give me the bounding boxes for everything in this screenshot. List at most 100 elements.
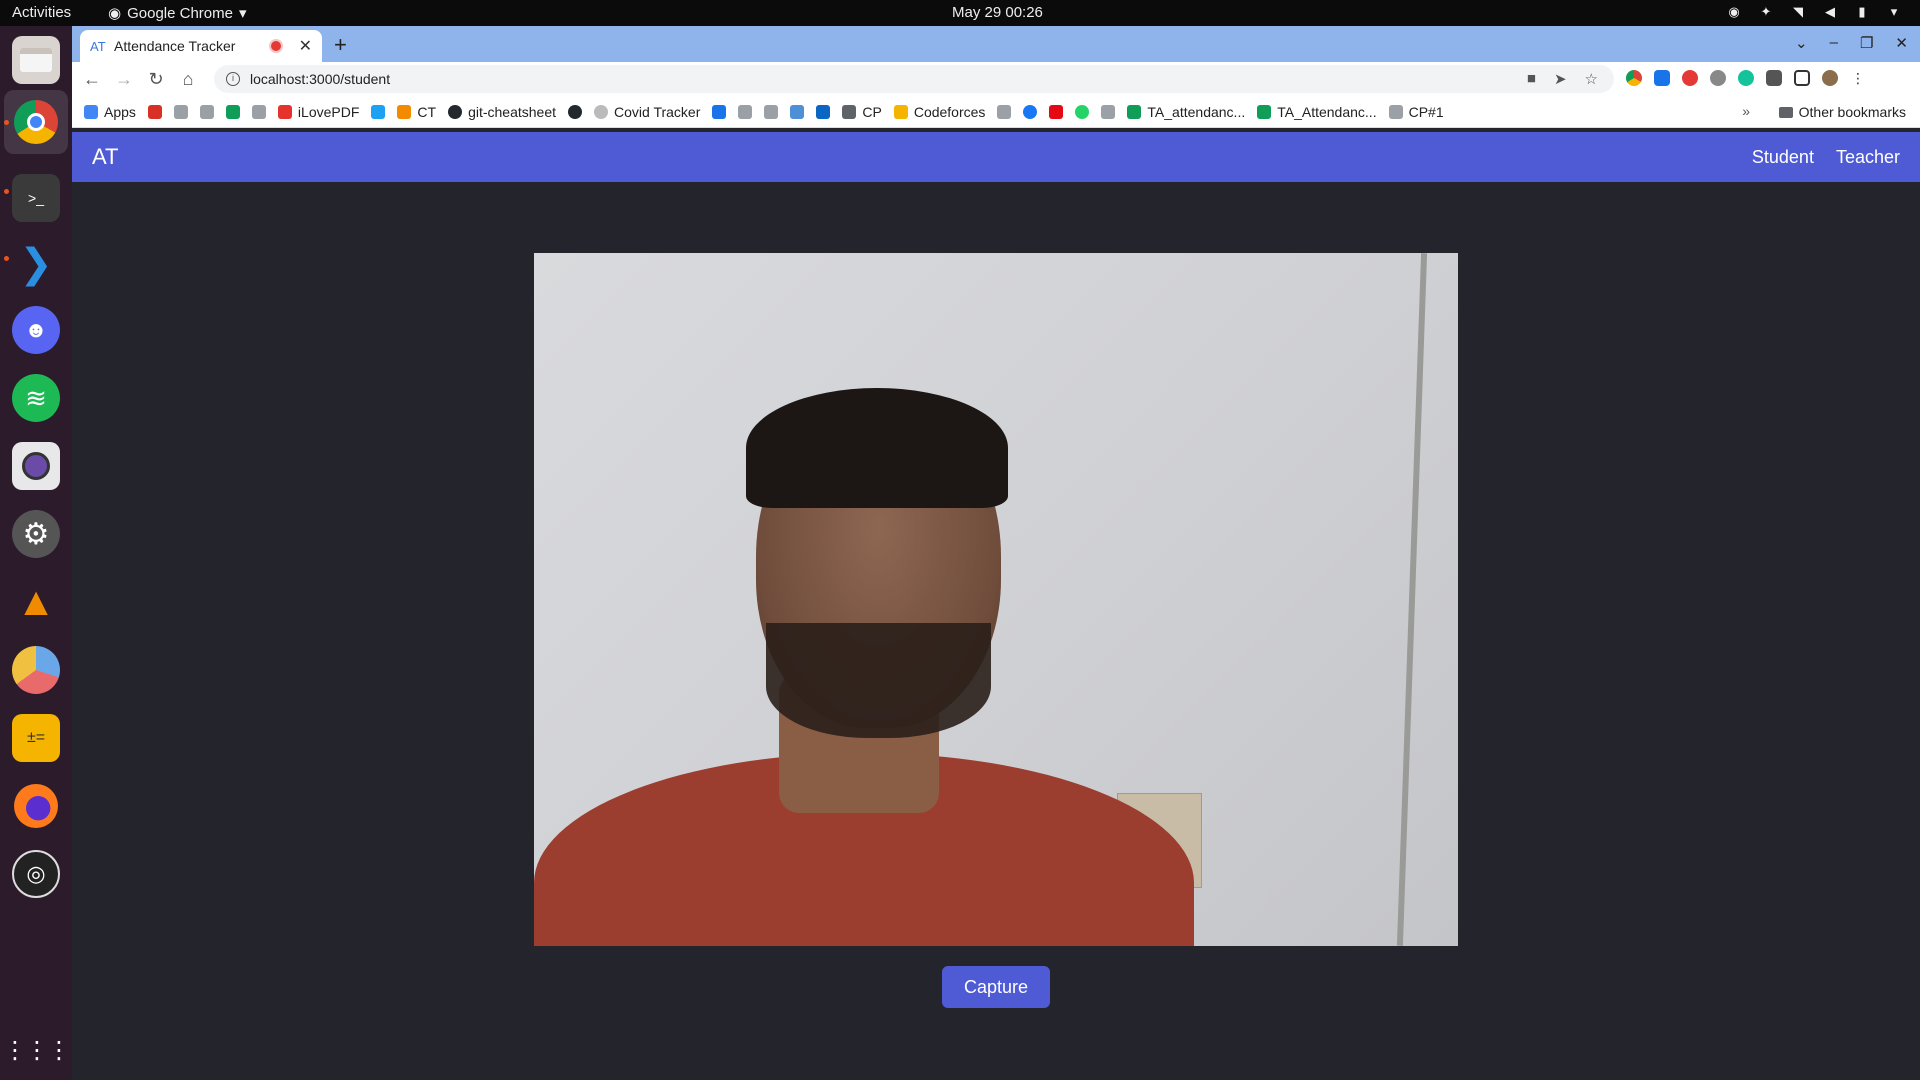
- bookmark-item[interactable]: TA_attendanc...: [1127, 104, 1245, 120]
- folder-icon: [1778, 106, 1793, 118]
- bookmark-item[interactable]: TA_Attendanc...: [1257, 103, 1377, 120]
- bookmark-item[interactable]: CP#1: [1388, 103, 1444, 120]
- pie-app-icon[interactable]: [12, 646, 60, 694]
- bookmark-item[interactable]: [738, 104, 753, 119]
- wifi-icon[interactable]: ◥: [1790, 4, 1806, 20]
- vlc-icon[interactable]: ▲: [12, 578, 60, 626]
- forward-arrow-icon[interactable]: →: [108, 69, 140, 90]
- bookmark-icon: [199, 104, 214, 119]
- spotify-icon[interactable]: ≋: [12, 374, 60, 422]
- restore-icon[interactable]: ❐: [1860, 34, 1873, 52]
- bookmark-item[interactable]: [997, 104, 1012, 119]
- bookmark-icon: [997, 104, 1012, 119]
- github-icon: [568, 104, 583, 119]
- bookmark-item[interactable]: [1075, 104, 1090, 119]
- power-menu-icon[interactable]: ▾: [1886, 4, 1902, 20]
- bookmark-label: CT: [417, 103, 437, 120]
- bookmark-item[interactable]: [147, 104, 162, 119]
- reload-icon[interactable]: ↻: [140, 69, 172, 90]
- bookmark-icon: [764, 104, 779, 119]
- bookmark-item[interactable]: Apps: [84, 104, 136, 120]
- settings-icon[interactable]: ⚙: [12, 510, 60, 558]
- clock[interactable]: May 29 00:26: [952, 4, 1043, 21]
- close-tab-icon[interactable]: ✕: [299, 36, 312, 56]
- chrome-tray-icon[interactable]: ◉: [1726, 4, 1742, 20]
- other-bookmarks-folder[interactable]: Other bookmarks: [1778, 104, 1906, 120]
- nav-link-student[interactable]: Student: [1752, 147, 1814, 168]
- linkedin-icon: [816, 104, 831, 119]
- bookmarks-overflow-icon[interactable]: »: [1742, 103, 1750, 119]
- back-arrow-icon[interactable]: ←: [76, 69, 108, 90]
- bookmark-item[interactable]: CT: [397, 104, 436, 120]
- bookmark-icon: [1101, 104, 1116, 119]
- bookmark-item[interactable]: git-cheatsheet: [448, 104, 556, 120]
- chevron-down-icon: ▾: [238, 5, 247, 22]
- window-controls: ⌄ – ❐ ✕: [1795, 34, 1908, 52]
- bookmark-item[interactable]: CP: [842, 104, 882, 120]
- extension-icon[interactable]: [1626, 70, 1642, 86]
- download-extension-icon[interactable]: [1654, 70, 1670, 86]
- bookmark-item[interactable]: Codeforces: [893, 104, 985, 120]
- files-icon[interactable]: [12, 36, 60, 84]
- other-bookmarks-label: Other bookmarks: [1798, 104, 1906, 120]
- camera-in-use-icon[interactable]: ■: [1527, 70, 1536, 88]
- nav-link-teacher[interactable]: Teacher: [1836, 147, 1900, 168]
- bookmark-item[interactable]: [816, 104, 831, 119]
- tab-attendance-tracker[interactable]: AT Attendance Tracker ✕: [80, 30, 322, 62]
- system-tray[interactable]: ◉ ✦ ◥ ◀ ▮ ▾: [1726, 4, 1902, 20]
- obs-icon[interactable]: ◎: [12, 850, 60, 898]
- show-apps-grid-icon[interactable]: ⋮⋮⋮: [3, 1026, 71, 1074]
- bookmark-item[interactable]: [251, 104, 266, 119]
- tab-title: Attendance Tracker: [114, 38, 236, 54]
- capture-button[interactable]: Capture: [942, 966, 1050, 1008]
- webcam-app-icon[interactable]: [12, 442, 60, 490]
- bookmark-item[interactable]: [199, 104, 214, 119]
- bookmark-item[interactable]: [712, 104, 727, 119]
- volume-icon[interactable]: ◀: [1822, 4, 1838, 20]
- grammarly-icon[interactable]: [1738, 70, 1754, 86]
- webcam-feed: [534, 253, 1458, 946]
- bookmark-item[interactable]: [764, 104, 779, 119]
- discord-icon[interactable]: ☻: [12, 306, 60, 354]
- battery-icon[interactable]: ▮: [1854, 4, 1870, 20]
- opera-extension-icon[interactable]: [1682, 70, 1698, 86]
- kebab-menu-icon[interactable]: ⋮: [1850, 70, 1866, 86]
- tab-search-icon[interactable]: ⌄: [1795, 34, 1808, 52]
- bookmark-label: CP#1: [1408, 103, 1444, 120]
- minimize-icon[interactable]: –: [1830, 34, 1838, 52]
- profile-avatar[interactable]: [1822, 70, 1838, 86]
- site-info-icon[interactable]: i: [226, 72, 240, 86]
- bookmark-icon: [173, 104, 188, 119]
- close-window-icon[interactable]: ✕: [1895, 34, 1908, 52]
- new-tab-button[interactable]: +: [334, 32, 347, 58]
- firefox-icon[interactable]: [12, 782, 60, 830]
- drive-icon: [225, 104, 240, 119]
- brand-logo[interactable]: AT: [92, 144, 118, 170]
- bookmark-item[interactable]: [568, 104, 583, 119]
- bookmark-item[interactable]: [371, 104, 386, 119]
- send-to-devices-icon[interactable]: ➤: [1554, 70, 1567, 88]
- activities-button[interactable]: Activities: [12, 4, 71, 21]
- home-icon[interactable]: ⌂: [172, 69, 204, 90]
- extension-icon[interactable]: [1710, 70, 1726, 86]
- bookmark-item[interactable]: [173, 104, 188, 119]
- terminal-icon[interactable]: >_: [12, 174, 60, 222]
- puzzle-extensions-icon[interactable]: [1766, 70, 1782, 86]
- bookmark-item[interactable]: [1023, 104, 1038, 119]
- side-panel-icon[interactable]: [1794, 70, 1810, 86]
- browser-toolbar: ← → ↻ ⌂ i localhost:3000/student ■ ➤ ☆ ⋮: [72, 62, 1920, 96]
- vscode-icon[interactable]: ❯: [12, 240, 60, 288]
- bookmark-item[interactable]: Covid Tracker: [594, 104, 700, 120]
- bookmark-item[interactable]: [1101, 104, 1116, 119]
- app-menu[interactable]: ◉ Google Chrome ▾: [108, 4, 247, 23]
- bookmark-label: TA_Attendanc...: [1277, 103, 1377, 120]
- bookmark-item[interactable]: [225, 104, 240, 119]
- bookmark-item[interactable]: [1049, 104, 1064, 119]
- chrome-icon[interactable]: [12, 98, 60, 146]
- calculator-icon[interactable]: ±=: [12, 714, 60, 762]
- bookmark-item[interactable]: iLovePDF: [277, 104, 359, 120]
- discord-tray-icon[interactable]: ✦: [1758, 4, 1774, 20]
- bookmark-star-icon[interactable]: ☆: [1585, 70, 1598, 88]
- bookmark-item[interactable]: [790, 104, 805, 119]
- address-bar[interactable]: i localhost:3000/student ■ ➤ ☆: [214, 65, 1614, 93]
